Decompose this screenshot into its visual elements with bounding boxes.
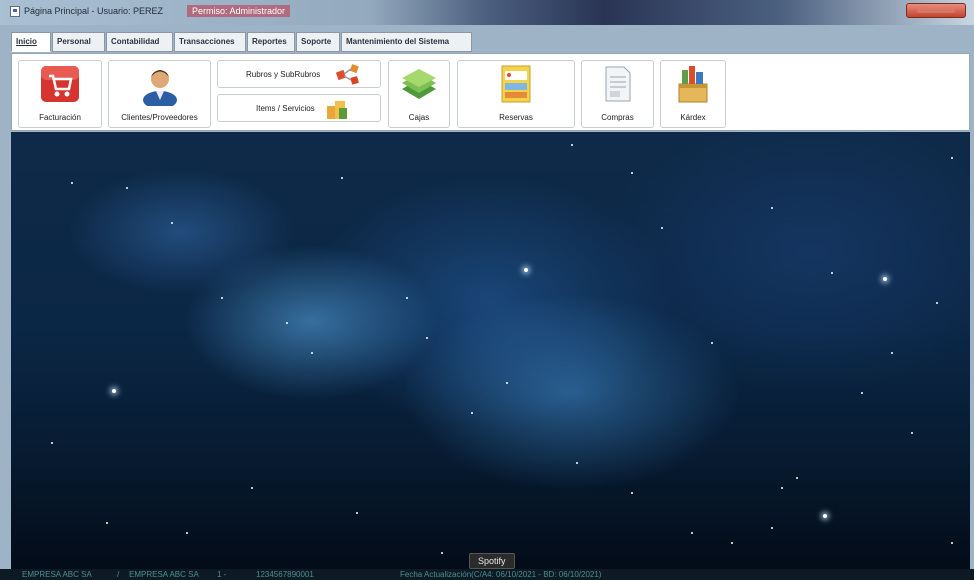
tab-inicio[interactable]: Inicio	[11, 32, 51, 52]
star	[251, 487, 253, 489]
document-icon	[605, 66, 630, 102]
facturacion-button[interactable]: Facturación	[18, 60, 102, 128]
facturacion-label: Facturación	[39, 113, 81, 122]
tab-contabilidad[interactable]: Contabilidad	[106, 32, 173, 52]
status-bar: EMPRESA ABC SA / EMPRESA ABC SA 1 - 1234…	[0, 569, 974, 580]
money-icon	[402, 69, 436, 99]
permission-label: Permiso: Administrador	[187, 5, 291, 17]
cajas-label: Cajas	[408, 113, 430, 122]
items-servicios-button[interactable]: Items / Servicios	[217, 94, 381, 122]
star	[861, 392, 863, 394]
star	[823, 514, 827, 518]
tab-soporte[interactable]: Soporte	[296, 32, 340, 52]
star	[631, 172, 633, 174]
star	[831, 272, 833, 274]
boxes-icon	[327, 101, 347, 119]
star	[441, 552, 443, 554]
star	[524, 268, 528, 272]
rubros-subrubros-button[interactable]: Rubros y SubRubros	[217, 60, 381, 88]
star	[731, 542, 733, 544]
window-title: Página Principal - Usuario: PEREZ	[24, 6, 164, 16]
star	[771, 527, 773, 529]
reservas-button[interactable]: Reservas	[457, 60, 575, 128]
star	[631, 492, 633, 494]
star	[186, 532, 188, 534]
tab-transacciones[interactable]: Transacciones	[174, 32, 246, 52]
star	[891, 352, 893, 354]
main-window: Página Principal - Usuario: PEREZ Permis…	[0, 0, 974, 580]
reservas-label: Reservas	[499, 113, 533, 122]
clientes-proveedores-button[interactable]: Clientes/Proveedores	[108, 60, 211, 128]
star	[951, 542, 953, 544]
ribbon-toolbar: Facturación Clientes/Proveedores Rubros …	[11, 53, 970, 131]
app-icon	[10, 6, 20, 17]
star	[426, 337, 428, 339]
tab-personal[interactable]: Personal	[52, 32, 105, 52]
cajas-button[interactable]: Cajas	[388, 60, 450, 128]
background-space-image	[11, 132, 970, 569]
star	[506, 382, 508, 384]
star	[936, 302, 938, 304]
star	[356, 512, 358, 514]
status-update-date: Fecha Actualización(C/A4: 06/10/2021 - B…	[400, 570, 602, 579]
compras-label: Compras	[601, 113, 634, 122]
star	[71, 182, 73, 184]
items-servicios-label: Items / Servicios	[256, 104, 315, 113]
status-separator: /	[117, 570, 120, 579]
star	[691, 532, 693, 534]
star	[311, 352, 313, 354]
calendar-icon	[501, 65, 531, 103]
status-company-secondary: EMPRESA ABC SA	[129, 570, 199, 579]
star	[571, 144, 573, 146]
star	[471, 412, 473, 414]
user-icon	[142, 70, 177, 106]
star	[911, 432, 913, 434]
taskbar-tooltip: Spotify	[469, 553, 515, 569]
status-ruc: 1234567890001	[256, 570, 314, 579]
star	[341, 177, 343, 179]
star	[771, 207, 773, 209]
star	[106, 522, 108, 524]
star	[112, 389, 116, 393]
inventory-icon	[678, 66, 708, 103]
tab-mantenimiento[interactable]: Mantenimiento del Sistema	[341, 32, 472, 52]
kardex-label: Kárdex	[680, 113, 706, 122]
rubros-subrubros-label: Rubros y SubRubros	[246, 70, 321, 79]
star	[171, 222, 173, 224]
kardex-button[interactable]: Kárdex	[660, 60, 726, 128]
star	[51, 442, 53, 444]
close-button[interactable]	[906, 3, 966, 18]
shopping-cart-icon	[41, 66, 79, 102]
star	[221, 297, 223, 299]
star	[711, 342, 713, 344]
star	[661, 227, 663, 229]
star	[126, 187, 128, 189]
title-bar[interactable]: Página Principal - Usuario: PEREZ Permis…	[0, 0, 974, 25]
compras-button[interactable]: Compras	[581, 60, 654, 128]
status-company: EMPRESA ABC SA	[22, 570, 92, 579]
star	[286, 322, 288, 324]
clientes-proveedores-label: Clientes/Proveedores	[121, 113, 198, 122]
star	[796, 477, 798, 479]
categories-icon	[336, 64, 359, 85]
tab-reportes[interactable]: Reportes	[247, 32, 295, 52]
star	[883, 277, 887, 281]
star	[951, 157, 953, 159]
status-separator: 1 -	[217, 570, 227, 579]
star	[781, 487, 783, 489]
star	[576, 462, 578, 464]
star	[406, 297, 408, 299]
